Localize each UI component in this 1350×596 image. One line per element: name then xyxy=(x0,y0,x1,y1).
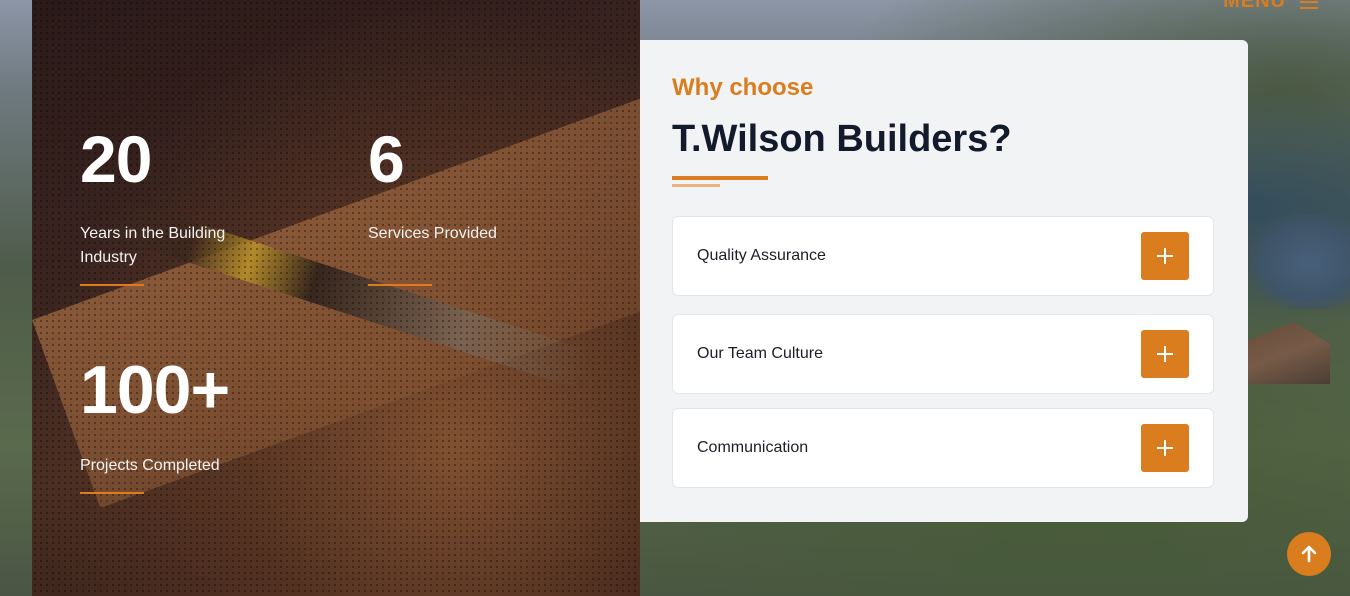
stat-divider xyxy=(368,284,432,286)
scroll-to-top-button[interactable] xyxy=(1287,532,1331,576)
stat-projects: 100+ Projects Completed xyxy=(80,352,320,494)
stat-services: 6 Services Provided xyxy=(368,122,568,286)
stat-number: 6 xyxy=(368,122,405,196)
plus-icon[interactable] xyxy=(1141,424,1189,472)
section-eyebrow: Why choose xyxy=(672,74,814,101)
section-title: T.Wilson Builders? xyxy=(672,118,1012,160)
stat-divider xyxy=(80,284,144,286)
menu-label: MENU xyxy=(1223,0,1286,12)
background-lake xyxy=(1250,215,1350,310)
stat-label: Projects Completed xyxy=(80,457,220,474)
accordion-item-quality-assurance[interactable]: Quality Assurance xyxy=(672,216,1214,296)
title-underline xyxy=(672,176,768,180)
background-house xyxy=(1248,322,1330,384)
accordion-item-team-culture[interactable]: Our Team Culture xyxy=(672,314,1214,394)
stat-label: Years in the Building Industry xyxy=(80,225,226,266)
accordion-label: Quality Assurance xyxy=(697,247,826,264)
plus-icon[interactable] xyxy=(1141,330,1189,378)
stat-number: 100+ xyxy=(80,352,230,428)
menu-button[interactable]: MENU xyxy=(1223,0,1318,13)
arrow-up-icon xyxy=(1301,545,1317,563)
stat-number: 20 xyxy=(80,122,152,196)
accordion-label: Our Team Culture xyxy=(697,345,823,362)
why-choose-card: Why choose T.Wilson Builders? Quality As… xyxy=(640,40,1248,522)
stat-divider xyxy=(80,492,144,494)
hamburger-icon xyxy=(1300,0,1318,9)
accordion-item-communication[interactable]: Communication xyxy=(672,408,1214,488)
accordion-label: Communication xyxy=(697,439,809,456)
title-underline-secondary xyxy=(672,184,720,187)
stats-panel: 20 Years in the Building Industry 6 Serv… xyxy=(32,0,640,596)
plus-icon[interactable] xyxy=(1141,232,1189,280)
stat-years: 20 Years in the Building Industry xyxy=(80,122,280,286)
stat-label: Services Provided xyxy=(368,225,497,242)
